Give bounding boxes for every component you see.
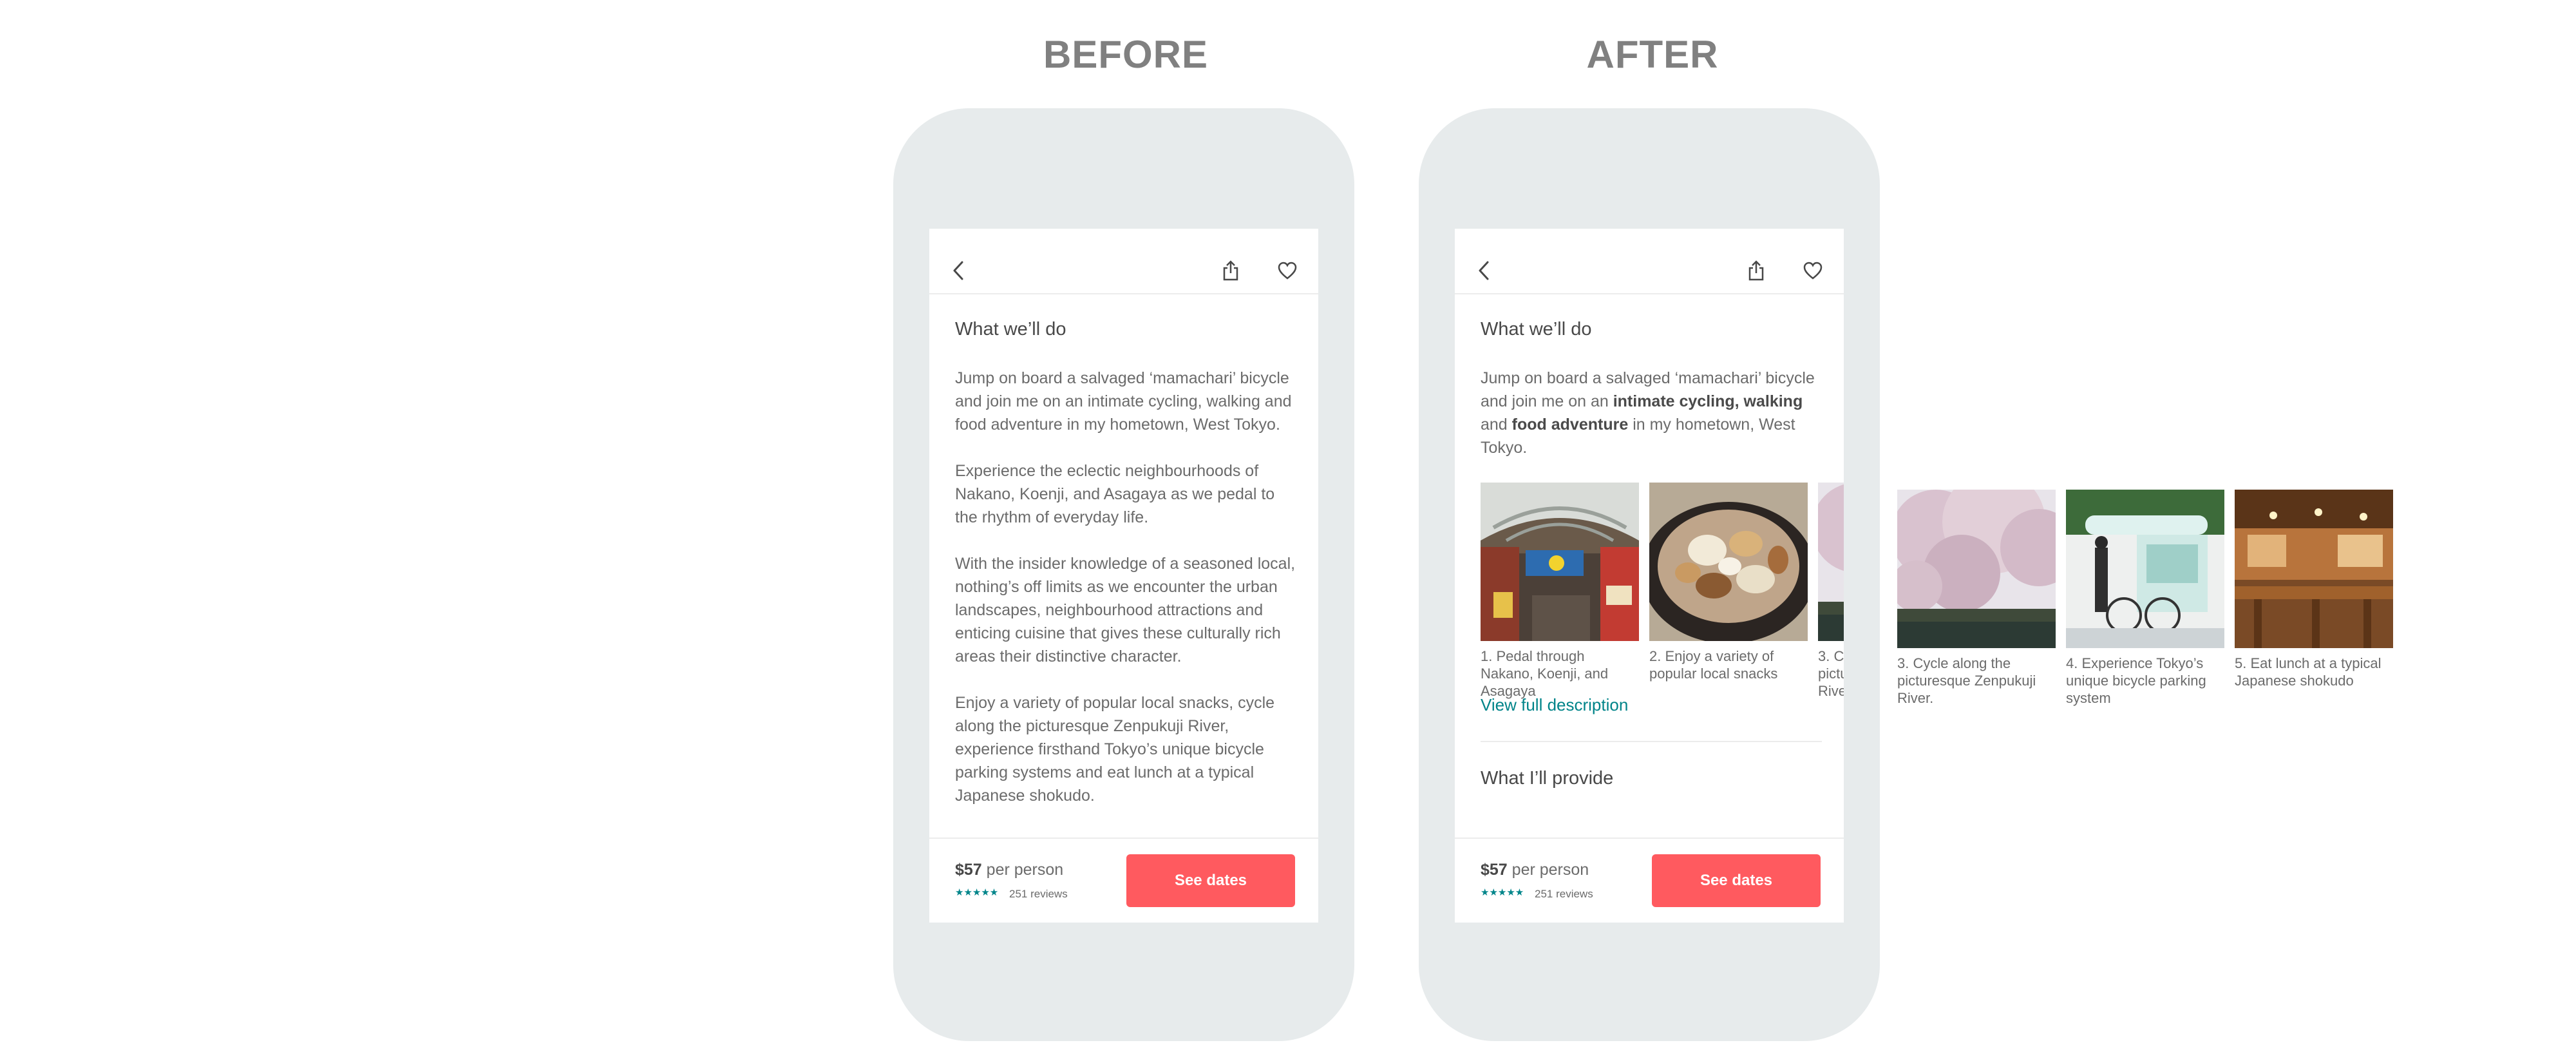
rating-stars-icon: ★★★★★ [1481, 887, 1524, 898]
gallery-caption: 1. Pedal through Nakano, Koenji, and Asa… [1481, 648, 1609, 699]
gallery-caption: 3. Cycle along the picturesque Zenpukuji… [1897, 655, 2036, 706]
cherry-blossom-photo [1818, 483, 1844, 641]
paragraph: With the insider knowledge of a seasoned… [955, 555, 1296, 666]
divider [1481, 741, 1822, 742]
nav-bar [1455, 229, 1844, 294]
gallery-card[interactable]: 2. Enjoy a variety of popular local snac… [1649, 483, 1808, 702]
share-icon[interactable] [1747, 260, 1765, 281]
price-text: $57 per person [955, 861, 1063, 879]
restaurant-photo [2235, 490, 2393, 648]
price-unit: per person [1507, 861, 1589, 879]
provide-title: What I’ll provide [1481, 768, 1614, 789]
before-device-frame: What we’ll do Jump on board a salvaged ‘… [893, 108, 1354, 1041]
photo-carousel[interactable]: 1. Pedal through Nakano, Koenji, and Asa… [1481, 483, 1844, 702]
oden-food-photo [1649, 483, 1808, 641]
nav-bar [929, 229, 1318, 294]
intro-bold: food adventure [1511, 416, 1629, 434]
see-dates-button[interactable]: See dates [1126, 854, 1295, 907]
before-content: What we’ll do Jump on board a salvaged ‘… [955, 294, 1296, 830]
after-screen: What we’ll do Jump on board a salvaged ‘… [1455, 229, 1844, 923]
price-amount: $57 [955, 861, 982, 879]
booking-footer: $57 per person ★★★★★ 251 reviews See dat… [1455, 838, 1844, 923]
intro-text: and [1481, 416, 1512, 434]
rating-stars-icon: ★★★★★ [955, 887, 999, 898]
paragraph: Jump on board a salvaged ‘mamachari’ bic… [955, 369, 1292, 434]
paragraph: Enjoy a variety of popular local snacks,… [955, 694, 1275, 805]
carousel-overflow: 3. Cycle along the picturesque Zenpukuji… [1897, 490, 2393, 707]
section-title: What we’ll do [955, 319, 1066, 340]
booking-footer: $57 per person ★★★★★ 251 reviews See dat… [929, 838, 1318, 923]
after-content: What we’ll do Jump on board a salvaged ‘… [1481, 294, 1844, 789]
after-device-frame: What we’ll do Jump on board a salvaged ‘… [1419, 108, 1880, 1041]
after-label: AFTER [1586, 33, 1719, 76]
back-arrow-icon[interactable] [952, 261, 964, 280]
back-arrow-icon[interactable] [1478, 261, 1490, 280]
price-amount: $57 [1481, 861, 1508, 879]
gallery-card[interactable]: 3. Cycle along the picturesque Zenpukuji… [1897, 490, 2056, 707]
heart-icon[interactable] [1278, 262, 1297, 280]
gallery-card[interactable]: 5. Eat lunch at a typical Japanese shoku… [2235, 490, 2393, 707]
price-unit: per person [981, 861, 1064, 879]
gallery-caption: 3. Cycle along the picturesque Zenpukuji… [1818, 648, 1844, 699]
cherry-blossom-photo [1897, 490, 2056, 648]
gallery-caption: 4. Experience Tokyo’s unique bicycle par… [2066, 655, 2206, 706]
review-count: 251 reviews [1009, 888, 1068, 900]
section-title: What we’ll do [1481, 319, 1592, 340]
gallery-caption: 2. Enjoy a variety of popular local snac… [1649, 648, 1778, 682]
paragraph: Experience the eclectic neighbourhoods o… [955, 462, 1275, 526]
before-label: BEFORE [1043, 33, 1209, 76]
review-count: 251 reviews [1535, 888, 1593, 900]
gallery-card[interactable]: 3. Cycle along the picturesque Zenpukuji… [1818, 483, 1844, 702]
see-dates-button[interactable]: See dates [1652, 854, 1821, 907]
shopping-arcade-photo [1481, 483, 1639, 641]
gallery-card[interactable]: 4. Experience Tokyo’s unique bicycle par… [2066, 490, 2224, 707]
gallery-card[interactable]: 1. Pedal through Nakano, Koenji, and Asa… [1481, 483, 1639, 702]
intro-paragraph: Jump on board a salvaged ‘mamachari’ bic… [1481, 367, 1822, 459]
price-text: $57 per person [1481, 861, 1589, 879]
before-screen: What we’ll do Jump on board a salvaged ‘… [929, 229, 1318, 923]
gallery-caption: 5. Eat lunch at a typical Japanese shoku… [2235, 655, 2382, 689]
heart-icon[interactable] [1803, 262, 1823, 280]
bicycle-kiosk-photo [2066, 490, 2224, 648]
share-icon[interactable] [1222, 260, 1240, 281]
intro-bold: intimate cycling, walking [1613, 392, 1803, 410]
